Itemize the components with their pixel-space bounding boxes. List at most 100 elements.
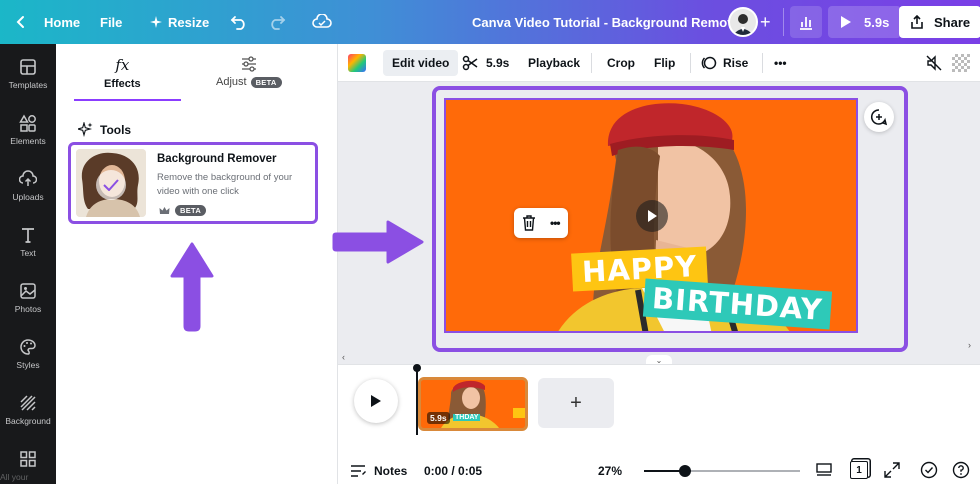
zoom-slider-handle[interactable] <box>679 465 691 477</box>
home-button[interactable]: Home <box>14 0 80 44</box>
right-arrow-icon <box>332 220 424 264</box>
resize-button[interactable]: Resize <box>150 0 209 44</box>
rail-item-elements[interactable]: Elements <box>0 114 56 146</box>
check-icon <box>103 179 119 191</box>
playback-button[interactable]: Playback <box>528 44 580 82</box>
insights-button[interactable] <box>790 6 822 38</box>
timeline-play-button[interactable] <box>354 379 398 423</box>
resize-label: Resize <box>168 14 210 30</box>
more-options-button[interactable]: ••• <box>550 216 561 230</box>
sliders-icon <box>241 56 256 72</box>
rail-label: Uploads <box>12 192 44 202</box>
chevron-left-icon <box>16 16 24 28</box>
rail-label: Styles <box>16 360 40 370</box>
scissors-icon <box>462 55 478 71</box>
file-menu-button[interactable]: File <box>100 0 122 44</box>
color-button[interactable] <box>347 44 367 82</box>
text-icon <box>22 228 34 243</box>
page-count-button[interactable]: 1 <box>850 461 868 479</box>
rail-item-text[interactable]: Text <box>0 226 56 258</box>
save-status-button[interactable] <box>312 0 332 44</box>
background-remover-description: Remove the background of your video with… <box>157 172 293 197</box>
bar-chart-icon <box>800 17 812 30</box>
zoom-percentage[interactable]: 27% <box>598 459 622 483</box>
up-arrow-icon <box>170 242 214 332</box>
rail-label: Background <box>5 416 51 426</box>
add-comment-button[interactable] <box>864 102 894 132</box>
mute-button[interactable] <box>926 44 942 82</box>
tab-adjust[interactable]: Adjust BETA <box>216 56 282 88</box>
check-circle-icon[interactable] <box>920 461 938 479</box>
top-bar: Home File Resize Canva Video Tutorial - … <box>0 0 980 44</box>
file-label: File <box>100 14 123 30</box>
divider <box>762 53 763 73</box>
play-icon <box>648 210 657 222</box>
tools-heading: Tools <box>78 122 131 137</box>
animate-button[interactable]: Rise <box>701 44 748 82</box>
user-avatar-icon <box>730 9 756 35</box>
comment-add-icon <box>870 109 888 126</box>
animation-icon <box>701 56 717 70</box>
divider <box>690 53 691 73</box>
effects-panel: fx Effects Adjust BETA Tools Background … <box>56 44 338 484</box>
edit-video-button[interactable]: Edit video <box>383 50 459 76</box>
active-tab-indicator <box>74 99 181 101</box>
notes-button[interactable]: Notes <box>350 459 407 483</box>
timeline: THDAY 5.9s + Notes 0:00 / 0:05 27% 1 <box>338 364 980 484</box>
grid-icon <box>20 451 36 467</box>
scroll-right-icon[interactable]: › <box>968 340 971 350</box>
document-title[interactable]: Canva Video Tutorial - Background Remove… <box>472 0 747 44</box>
element-floating-toolbar: ••• <box>514 208 568 238</box>
video-play-button[interactable] <box>636 200 668 232</box>
background-remover-title: Background Remover <box>157 153 277 165</box>
clip-text-overlay: THDAY <box>453 414 481 421</box>
thumbnail-view-icon[interactable] <box>815 461 833 479</box>
rail-item-photos[interactable]: Photos <box>0 282 56 314</box>
rail-item-uploads[interactable]: Uploads <box>0 170 56 202</box>
zoom-slider[interactable] <box>644 465 800 477</box>
rail-item-styles[interactable]: Styles <box>0 338 56 370</box>
avatar[interactable] <box>728 7 758 37</box>
more-options-button[interactable]: ••• <box>774 44 787 82</box>
timecode: 0:00 / 0:05 <box>424 464 483 478</box>
rail-label: Photos <box>14 304 42 314</box>
playhead[interactable] <box>413 364 421 435</box>
background-remover-card[interactable]: Background Remover Remove the background… <box>68 142 318 224</box>
crop-button[interactable]: Crop <box>607 44 635 82</box>
redo-icon <box>271 16 286 30</box>
rail-item-templates[interactable]: Templates <box>0 58 56 90</box>
trash-icon[interactable] <box>522 215 536 231</box>
redo-button[interactable] <box>268 0 286 44</box>
tab-effects[interactable]: fx Effects <box>104 56 141 90</box>
rail-item-all-designs[interactable]: All your designs <box>0 450 56 484</box>
flip-button[interactable]: Flip <box>654 44 675 82</box>
rail-label: Elements <box>10 136 46 146</box>
trim-button[interactable]: 5.9s <box>462 44 509 82</box>
beta-badge: BETA <box>175 205 207 216</box>
rail-item-background[interactable]: Background <box>0 394 56 426</box>
present-button[interactable]: 5.9s <box>828 6 902 38</box>
notes-icon <box>351 465 366 477</box>
upload-icon <box>19 170 37 186</box>
page-number: 1 <box>856 464 862 476</box>
add-page-button[interactable]: + <box>538 378 614 428</box>
play-icon <box>841 16 851 28</box>
selected-check <box>96 170 126 200</box>
elements-icon <box>19 114 36 132</box>
home-label: Home <box>44 14 81 30</box>
scroll-left-icon[interactable]: ‹ <box>342 352 345 362</box>
help-icon[interactable] <box>952 461 970 479</box>
crown-icon <box>159 207 170 214</box>
canvas-area: HAPPY BIRTHDAY ••• ‹ › ⌄ <box>338 82 980 367</box>
clip-duration: 5.9s <box>427 412 450 424</box>
sparkles-icon <box>78 122 93 137</box>
undo-button[interactable] <box>230 0 248 44</box>
share-icon <box>911 15 923 29</box>
timeline-clip[interactable]: THDAY 5.9s <box>418 377 528 431</box>
rail-label: Templates <box>8 80 48 90</box>
photos-icon <box>20 283 36 299</box>
add-collaborator-button[interactable]: + <box>760 0 771 44</box>
transparency-button[interactable] <box>952 54 970 72</box>
share-button[interactable]: Share <box>899 6 980 38</box>
fullscreen-icon[interactable] <box>883 461 901 479</box>
